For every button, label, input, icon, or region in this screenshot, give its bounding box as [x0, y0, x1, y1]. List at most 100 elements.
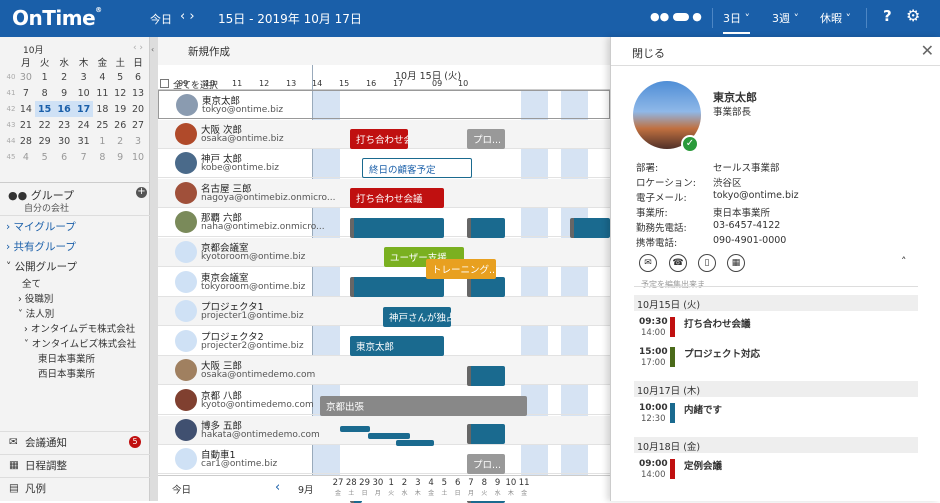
sidebar-item-org1[interactable]: › オンタイムデモ株式会社 — [24, 321, 135, 335]
close-panel-label[interactable]: 閉じる — [632, 45, 665, 61]
sidebar-item-all[interactable]: 全て — [22, 276, 41, 290]
sidebar-item-shared-group[interactable]: › 共有グループ — [6, 239, 76, 254]
footer-day[interactable]: 29 日 — [359, 478, 371, 498]
calendar-day[interactable]: 17 — [73, 101, 94, 117]
calendar-day[interactable]: 8 — [93, 149, 111, 165]
calendar-day[interactable]: 13 — [129, 85, 147, 101]
event-block[interactable] — [467, 218, 505, 238]
footer-day[interactable]: 1火 — [385, 478, 397, 498]
select-all-checkbox[interactable] — [160, 79, 169, 88]
calendar-day[interactable]: 5 — [35, 149, 55, 165]
new-button[interactable]: 新規作成 — [188, 44, 230, 59]
event-block[interactable] — [396, 440, 434, 446]
calendar-day[interactable]: 7 — [17, 85, 35, 101]
calendar-day[interactable]: 20 — [129, 101, 147, 117]
date-nav-arrows[interactable]: ‹ › — [180, 9, 195, 24]
calendar-day[interactable]: 27 — [129, 117, 147, 133]
calendar-day[interactable]: 9 — [54, 85, 74, 101]
calendar-day[interactable]: 10 — [129, 149, 147, 165]
calendar-day[interactable]: 9 — [111, 149, 129, 165]
calendar-day[interactable]: 29 — [35, 133, 55, 149]
close-icon[interactable]: ✕ — [921, 41, 934, 60]
event-block[interactable] — [467, 366, 505, 386]
footer-day[interactable]: 27 金 — [332, 478, 344, 498]
sidebar-item-corp[interactable]: ˅ 法人別 — [18, 306, 54, 320]
sidebar-item-dept1[interactable]: 東日本事業所 — [38, 351, 95, 365]
event-block[interactable] — [467, 277, 505, 297]
footer-day[interactable]: 8火 — [478, 478, 490, 498]
leave-button[interactable]: 休暇 ˅ — [820, 10, 851, 26]
agenda-title[interactable]: 定例会議 — [684, 458, 722, 472]
sidebar-item-org2[interactable]: ˅ オンタイムビズ株式会社 — [24, 336, 136, 350]
footer-day[interactable]: 9水 — [492, 478, 504, 498]
sidebar-item-dept2[interactable]: 西日本事業所 — [38, 366, 95, 380]
calendar-day[interactable]: 3 — [129, 133, 147, 149]
email-icon[interactable]: ✉ — [639, 254, 657, 272]
calendar-day[interactable]: 4 — [17, 149, 35, 165]
calendar-day[interactable]: 10 — [74, 85, 94, 101]
event-block[interactable] — [340, 426, 370, 432]
footer-day[interactable]: 30 月 — [372, 478, 384, 498]
event-block[interactable]: 東京太郎 — [350, 336, 444, 356]
calendar-day[interactable]: 8 — [35, 85, 55, 101]
table-row[interactable]: 自動車1 car1@ontime.biz — [158, 445, 610, 475]
event-block[interactable]: 京都出張 — [320, 396, 527, 416]
calendar-day[interactable]: 23 — [54, 117, 74, 133]
event-block[interactable] — [350, 277, 444, 297]
collapse-chevron-icon[interactable]: ˄ — [901, 255, 907, 268]
event-block[interactable] — [368, 433, 410, 439]
event-block[interactable] — [350, 218, 444, 238]
gear-icon[interactable]: ⚙ — [906, 6, 920, 25]
ontime-logo[interactable]: OnTime® — [12, 6, 102, 30]
calendar-day[interactable]: 31 — [74, 133, 94, 149]
calendar-day[interactable]: 7 — [74, 149, 94, 165]
event-block[interactable]: プロ... — [467, 129, 505, 149]
footer-day[interactable]: 5土 — [438, 478, 450, 498]
calendar-nav-arrows[interactable]: ‹ › — [133, 43, 143, 53]
today-button[interactable]: 今日 — [150, 11, 172, 27]
footer-day[interactable]: 3木 — [412, 478, 424, 498]
table-row[interactable]: 大阪 三郎 osaka@ontimedemo.com — [158, 356, 610, 386]
sidebar-item-my-group[interactable]: › マイグループ — [6, 219, 76, 234]
calendar-day[interactable]: 30 — [17, 69, 35, 85]
table-row[interactable]: 博多 五郎 hakata@ontimedemo.com — [158, 415, 610, 445]
footer-day[interactable]: 6日 — [452, 478, 464, 498]
footer-prev-arrow[interactable]: ‹ — [275, 480, 280, 495]
calendar-day[interactable]: 1 — [93, 133, 111, 149]
calendar-day[interactable]: 12 — [111, 85, 129, 101]
sidebar-item-public-group[interactable]: ˅ 公開グループ — [6, 259, 77, 274]
availability-toggle[interactable]: ●● ● — [650, 10, 702, 23]
event-block[interactable] — [570, 218, 610, 238]
help-icon[interactable]: ? — [883, 7, 892, 25]
calendar-day[interactable]: 21 — [17, 117, 35, 133]
calendar-day[interactable]: 19 — [111, 101, 129, 117]
mobile-icon[interactable]: ▯ — [698, 254, 716, 272]
add-group-icon[interactable]: + — [136, 187, 147, 198]
agenda-title[interactable]: 打ち合わせ会議 — [684, 316, 751, 330]
calendar-day[interactable]: 4 — [93, 69, 111, 85]
calendar-day[interactable]: 16 — [54, 101, 74, 117]
footer-day[interactable]: 7月 — [465, 478, 477, 498]
meeting-notice-item[interactable]: ✉ 会議通知 5 — [0, 431, 150, 452]
table-row[interactable]: 東京太郎 tokyo@ontime.biz — [158, 90, 610, 119]
agenda-title[interactable]: プロジェクト対応 — [684, 346, 760, 360]
legend-item[interactable]: ▤ 凡例 — [0, 477, 150, 498]
calendar-day[interactable]: 14 — [17, 101, 35, 117]
calendar-day[interactable]: 15 — [34, 101, 55, 117]
calendar-day[interactable]: 22 — [35, 117, 55, 133]
footer-day[interactable]: 4金 — [425, 478, 437, 498]
calendar-day[interactable]: 5 — [111, 69, 129, 85]
calendar-day[interactable]: 6 — [129, 69, 147, 85]
calendar-day[interactable]: 26 — [111, 117, 129, 133]
view-3day-button[interactable]: 3日 ˅ — [723, 10, 750, 34]
event-block[interactable]: トレーニング... — [426, 259, 496, 279]
calendar-day[interactable]: 30 — [54, 133, 74, 149]
phone-icon[interactable]: ☎ — [669, 254, 687, 272]
footer-today-button[interactable]: 今日 — [172, 482, 191, 496]
calendar-day[interactable]: 2 — [111, 133, 129, 149]
calendar-day[interactable]: 24 — [74, 117, 94, 133]
agenda-title[interactable]: 内緒です — [684, 402, 722, 416]
view-3week-button[interactable]: 3週 ˅ — [772, 10, 799, 26]
calendar-day[interactable]: 2 — [54, 69, 74, 85]
event-block[interactable]: プロ... — [467, 454, 505, 474]
